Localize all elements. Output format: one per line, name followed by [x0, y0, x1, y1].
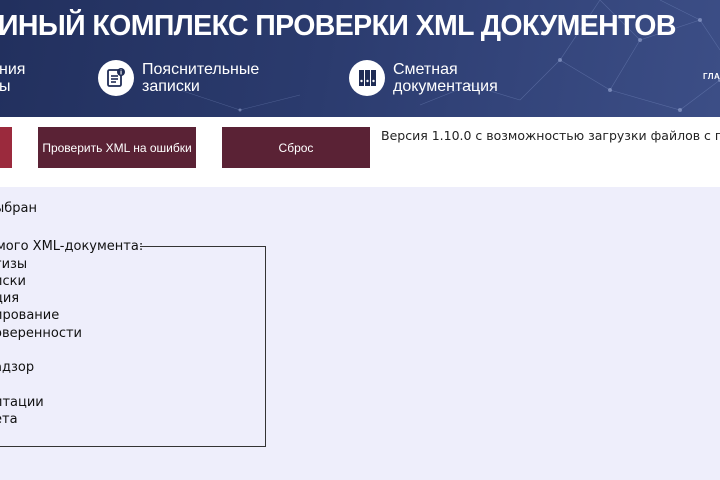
main-panel: ыбран емого XML-документа: тизы иски ция…: [0, 187, 720, 480]
nav-item-estimate-docs[interactable]: Сметная документация: [349, 60, 498, 96]
doc-type-option[interactable]: ция: [0, 291, 19, 306]
nav-item-explanatory-notes[interactable]: i Пояснительные записки: [98, 60, 259, 96]
nav-home-link[interactable]: ГЛА: [703, 72, 720, 81]
check-xml-button[interactable]: Проверить XML на ошибки: [38, 127, 196, 168]
toolbar: Проверить XML на ошибки Сброс Версия 1.1…: [0, 117, 720, 187]
doc-type-option[interactable]: ета: [0, 412, 18, 427]
nav-label-line2: документация: [393, 78, 498, 95]
header-banner: ИНЫЙ КОМПЛЕКС ПРОВЕРКИ XML ДОКУМЕНТОВ ни…: [0, 0, 720, 117]
upload-button[interactable]: [0, 127, 12, 168]
reset-button[interactable]: Сброс: [222, 127, 370, 168]
doc-type-option[interactable]: иски: [0, 274, 26, 289]
doc-type-option[interactable]: ирование: [0, 308, 59, 323]
doc-type-legend: емого XML-документа:: [0, 239, 144, 254]
doc-type-option[interactable]: тизы: [0, 257, 27, 272]
doc-type-option[interactable]: оверенности: [0, 326, 82, 341]
binders-icon: [349, 60, 385, 96]
file-status: ыбран: [0, 201, 37, 216]
version-text: Версия 1.10.0 с возможностью загрузки фа…: [381, 128, 720, 143]
doc-type-fieldset: [0, 246, 266, 447]
page-title: ИНЫЙ КОМПЛЕКС ПРОВЕРКИ XML ДОКУМЕНТОВ: [0, 10, 676, 42]
doc-type-option[interactable]: итации: [0, 395, 44, 410]
nav-label-line1: Сметная: [393, 61, 458, 78]
nav-item-partial[interactable]: ния ы: [0, 61, 25, 95]
document-info-icon: i: [98, 60, 134, 96]
svg-text:i: i: [120, 70, 122, 77]
nav-label-line2: записки: [142, 78, 200, 95]
nav-label-line1: Пояснительные: [142, 61, 260, 78]
doc-type-option[interactable]: адзор: [0, 360, 34, 375]
